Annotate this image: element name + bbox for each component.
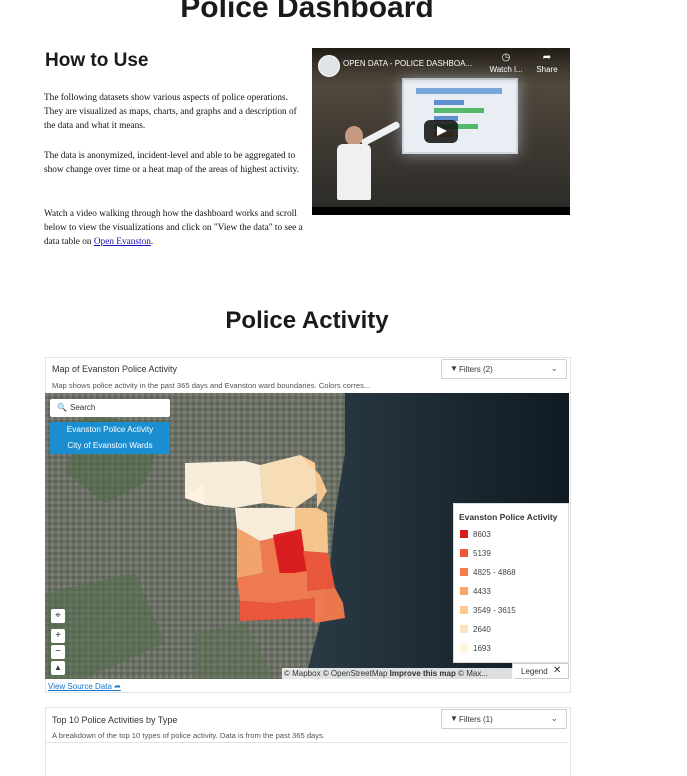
video-title[interactable]: OPEN DATA - POLICE DASHBOA... <box>343 59 472 68</box>
howto-paragraph-2: The data is anonymized, incident-level a… <box>44 151 299 175</box>
view-source-data-label: View Source Data <box>48 682 112 691</box>
page-title: Police Dashboard <box>180 0 434 24</box>
layer-city-wards[interactable]: City of Evanston Wards <box>50 438 170 454</box>
map-attribution: © Mapbox © OpenStreetMap Improve this ma… <box>282 668 514 679</box>
maxar-attribution[interactable]: © Max... <box>458 669 488 678</box>
chart-filters-label: Filters (1) <box>459 715 493 724</box>
zoom-out-button[interactable]: − <box>51 645 65 659</box>
chart-filters-button[interactable]: ▼ Filters (1) ⌄ <box>441 709 567 729</box>
legend-toggle-button[interactable]: Legend ✕ <box>512 663 569 679</box>
presenter-head <box>345 126 363 146</box>
close-icon: ✕ <box>553 665 562 676</box>
compass-icon[interactable]: ▲ <box>51 661 65 675</box>
mapbox-attribution[interactable]: © Mapbox <box>284 669 321 678</box>
presenter-arm <box>360 120 401 147</box>
howto-paragraph-3-end: . <box>150 237 154 247</box>
chevron-down-icon: ⌄ <box>550 363 558 373</box>
projector-screen <box>402 78 518 154</box>
zoom-in-button[interactable]: + <box>51 629 65 643</box>
layer-police-activity[interactable]: Evanston Police Activity <box>50 422 170 438</box>
map-search-placeholder: Search <box>70 403 96 412</box>
map-card-title: Map of Evanston Police Activity <box>52 364 178 374</box>
share-button[interactable]: ➦ Share <box>532 52 562 75</box>
howto-paragraph-3-text: Watch a video walking through how the da… <box>44 209 303 247</box>
video-embed[interactable]: OPEN DATA - POLICE DASHBOA... ◷ Watch l.… <box>312 48 570 215</box>
watch-later-label: Watch l... <box>489 65 523 74</box>
chart-card-divider <box>45 742 569 743</box>
view-source-data-link[interactable]: View Source Data ➦ <box>48 682 121 691</box>
map-filters-button[interactable]: ▼ Filters (2) ⌄ <box>441 359 567 379</box>
share-label: Share <box>536 65 558 74</box>
section-title: Police Activity <box>225 307 389 334</box>
howto-heading: How to Use <box>45 50 149 71</box>
legend-toggle-label: Legend <box>521 667 548 676</box>
video-bottom-bar <box>312 207 570 215</box>
howto-paragraph-3: Watch a video walking through how the da… <box>44 207 306 249</box>
chart-card-subtitle: A breakdown of the top 10 types of polic… <box>52 731 325 740</box>
channel-logo-icon[interactable] <box>318 55 340 77</box>
map-legend: Evanston Police Activity 8603 5139 4825 … <box>453 503 569 663</box>
open-evanston-link[interactable]: Open Evanston <box>94 237 151 247</box>
howto-paragraph-1: The following datasets show various aspe… <box>44 93 297 131</box>
clock-icon: ◷ <box>501 52 511 63</box>
chevron-down-icon: ⌄ <box>550 713 558 723</box>
play-icon[interactable] <box>424 120 458 143</box>
map-search-input[interactable]: 🔍 Search <box>50 399 170 417</box>
map-filters-label: Filters (2) <box>459 365 493 374</box>
external-link-icon: ➦ <box>114 682 121 691</box>
legend-title: Evanston Police Activity <box>459 512 558 522</box>
presenter-body <box>337 144 371 200</box>
share-icon: ➦ <box>542 52 552 63</box>
filter-icon: ▼ <box>450 714 458 723</box>
map-card-subtitle: Map shows police activity in the past 36… <box>52 381 371 390</box>
watch-later-button[interactable]: ◷ Watch l... <box>484 52 528 75</box>
chart-card-title: Top 10 Police Activities by Type <box>52 715 178 725</box>
locate-icon[interactable]: ⌖ <box>51 609 65 623</box>
osm-attribution[interactable]: © OpenStreetMap <box>323 669 388 678</box>
improve-map-link[interactable]: Improve this map <box>390 669 456 678</box>
search-icon: 🔍 <box>57 403 67 412</box>
filter-icon: ▼ <box>450 364 458 373</box>
